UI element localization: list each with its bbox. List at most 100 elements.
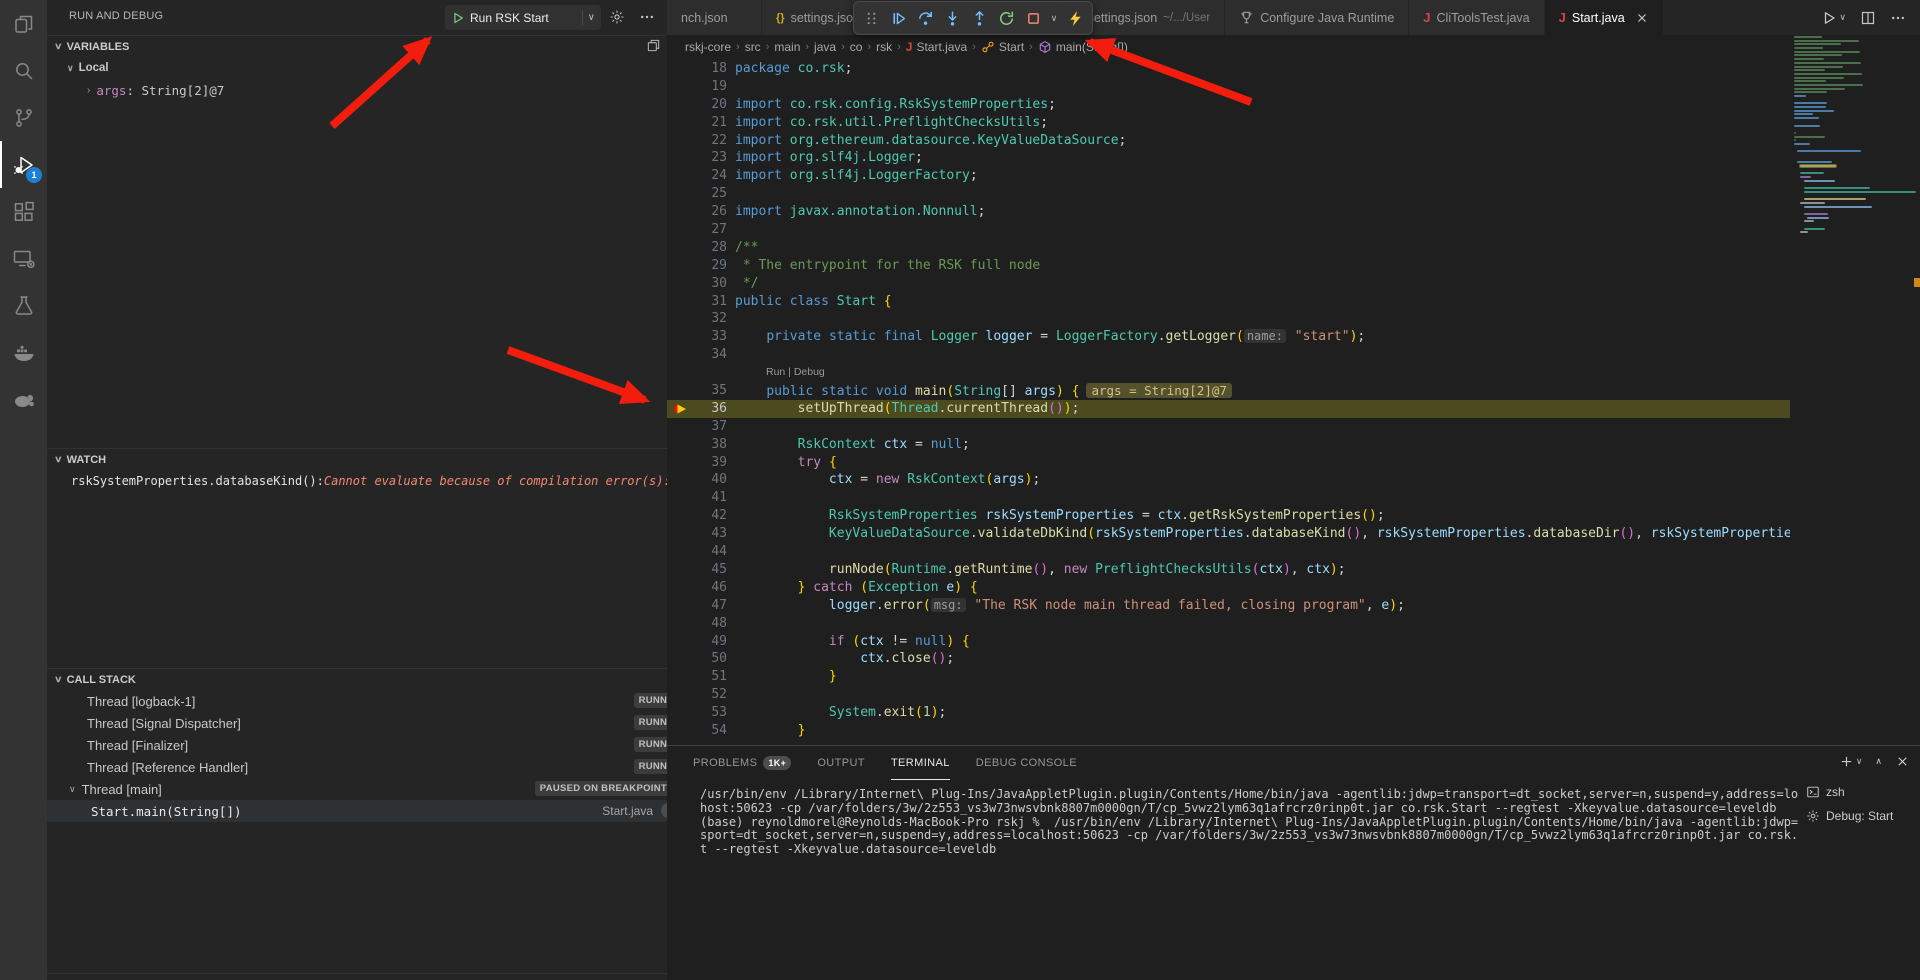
chevron-right-icon[interactable]: › [87,85,90,96]
gear-icon[interactable] [609,9,625,25]
variables-scope-local[interactable]: ∨ Local [47,57,667,79]
activity-item-gradle[interactable] [0,376,47,423]
breadcrumb-class[interactable]: Start [999,40,1024,54]
thread-row[interactable]: ∨Thread [main]PAUSED ON BREAKPOINT [47,778,667,800]
step-into-button[interactable] [940,6,964,30]
line-number[interactable]: 40 [667,471,727,489]
line-number[interactable]: 19 [667,78,727,96]
tab-configure-java-runtime[interactable]: Configure Java Runtime [1225,0,1409,35]
breadcrumb-item[interactable]: src [745,40,761,54]
panel-tab-terminal[interactable]: TERMINAL [891,746,950,780]
drag-handle-button[interactable] [859,6,883,30]
activity-item-run-and-debug[interactable]: 1 [0,141,47,188]
line-number[interactable]: 37 [667,418,727,436]
close-panel-icon[interactable] [1895,754,1910,769]
breadcrumb-member[interactable]: main(String[]) [1056,40,1128,54]
panel-tab-debug-console[interactable]: DEBUG CONSOLE [976,746,1077,780]
activity-item-docker[interactable] [0,329,47,376]
continue-button[interactable] [886,6,910,30]
line-number[interactable]: 43 [667,525,727,543]
line-number[interactable]: 39 [667,454,727,472]
split-editor-icon[interactable] [1860,10,1876,26]
activity-item-source-control[interactable] [0,94,47,141]
line-number[interactable]: 27 [667,221,727,239]
tab-nch-json[interactable]: nch.json [667,0,762,35]
line-number[interactable]: 41 [667,489,727,507]
breadcrumb-file[interactable]: Start.java [916,40,967,54]
step-out-button[interactable] [967,6,991,30]
call-stack-section-header[interactable]: ∨ CALL STACK [47,668,667,690]
new-terminal-icon[interactable] [1839,754,1854,769]
line-number[interactable]: 25 [667,185,727,203]
activity-item-extensions[interactable] [0,188,47,235]
minimap[interactable] [1794,36,1912,235]
maximize-panel-icon[interactable]: ∧ [1875,756,1882,767]
line-number[interactable]: 36 [667,400,727,418]
thread-row[interactable]: Thread [Finalizer]RUNNING [47,734,667,756]
session-zsh[interactable]: zsh [1806,780,1918,804]
stacked-pages-icon[interactable] [646,38,661,53]
activity-item-search[interactable] [0,47,47,94]
line-number[interactable]: 20 [667,96,727,114]
breadcrumb-item[interactable]: rsk [876,40,892,54]
line-number[interactable]: 46 [667,579,727,597]
stop-dropdown-button[interactable]: ∨ [1048,13,1060,24]
line-number[interactable]: 29 [667,257,727,275]
breadcrumb-item[interactable]: rskj-core [685,40,731,54]
line-number[interactable]: 18 [667,60,727,78]
panel-tab-output[interactable]: OUTPUT [817,746,865,780]
line-number[interactable]: 54 [667,722,727,740]
launch-config-dropdown[interactable]: Run RSK Start ∨ [445,5,601,30]
line-number[interactable]: 28 [667,239,727,257]
line-number[interactable]: 47 [667,597,727,615]
start-debug-icon[interactable] [451,11,465,25]
activity-item-explorer[interactable] [0,0,47,47]
run-dropdown-icon[interactable]: ∨ [1839,12,1846,23]
session-debug-start[interactable]: Debug: Start [1806,804,1918,828]
line-number[interactable]: 38 [667,436,727,454]
watch-expression-row[interactable]: rskSystemProperties.databaseKind(): Cann… [47,470,667,492]
restart-button[interactable] [994,6,1018,30]
tab-clitoolstest-java[interactable]: JCliToolsTest.java [1409,0,1544,35]
new-terminal-dropdown-icon[interactable]: ∨ [1856,756,1863,767]
chevron-down-icon[interactable]: ∨ [588,12,595,23]
close-icon[interactable] [1635,11,1649,25]
step-over-button[interactable] [913,6,937,30]
code-editor[interactable]: 18package co.rsk;1920import co.rsk.confi… [667,58,1790,745]
line-number[interactable]: 53 [667,704,727,722]
hot-code-replace-button[interactable] [1063,6,1087,30]
breadcrumb-item[interactable]: java [814,40,836,54]
line-number[interactable]: 44 [667,543,727,561]
more-actions-icon[interactable] [1890,10,1906,26]
line-number[interactable]: 48 [667,615,727,633]
breakpoints-section-header[interactable]: › BREAKPOINTS [47,973,667,980]
panel-tab-problems[interactable]: PROBLEMS1K+ [693,746,791,780]
run-java-icon[interactable] [1821,10,1837,26]
line-number[interactable]: 51 [667,668,727,686]
line-number[interactable]: 49 [667,633,727,651]
line-number[interactable]: 30 [667,275,727,293]
tab-start-java[interactable]: JStart.java [1545,0,1664,35]
codelens-run-debug[interactable]: Run | Debug [667,364,1790,382]
line-number[interactable]: 45 [667,561,727,579]
line-number[interactable]: 35 [667,382,727,400]
stack-frame-row[interactable]: Start.main(String[])Start.java36:1 [47,800,667,822]
breadcrumb-item[interactable]: main [774,40,800,54]
line-number[interactable]: 21 [667,114,727,132]
line-number[interactable]: 23 [667,149,727,167]
line-number[interactable]: 22 [667,132,727,150]
activity-item-remote-explorer[interactable] [0,235,47,282]
breakpoint-current-icon[interactable] [673,401,689,417]
thread-row[interactable]: Thread [Signal Dispatcher]RUNNING [47,712,667,734]
thread-row[interactable]: Thread [Reference Handler]RUNNING [47,756,667,778]
line-number[interactable]: 24 [667,167,727,185]
activity-item-testing[interactable] [0,282,47,329]
variable-row-args[interactable]: › args: String[2]@7 [47,79,667,101]
line-number[interactable]: 32 [667,310,727,328]
breadcrumb-item[interactable]: co [850,40,863,54]
line-number[interactable]: 26 [667,203,727,221]
breadcrumb[interactable]: rskj-core›src›main›java›co›rsk›JStart.ja… [667,35,1790,58]
line-number[interactable]: 42 [667,507,727,525]
watch-section-header[interactable]: ∨ WATCH [47,448,667,470]
line-number[interactable]: 33 [667,328,727,346]
